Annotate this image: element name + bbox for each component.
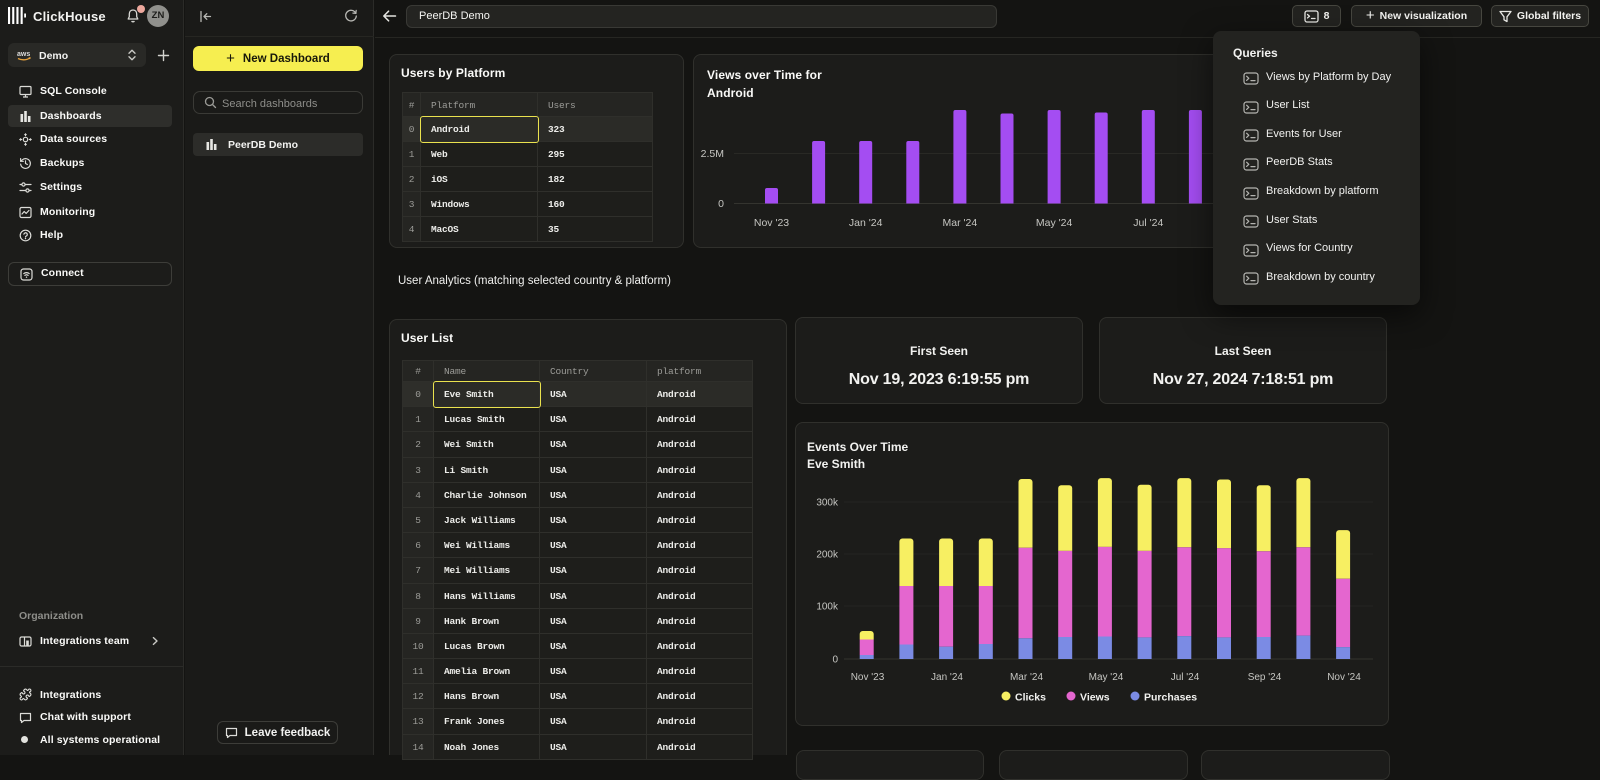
svg-text:Jan '24: Jan '24	[849, 217, 883, 229]
svg-text:100k: 100k	[816, 602, 839, 613]
svg-text:Jan '24: Jan '24	[931, 672, 963, 683]
svg-text:Views: Views	[1080, 692, 1110, 704]
svg-text:300k: 300k	[816, 498, 839, 509]
svg-text:May '24: May '24	[1036, 217, 1073, 229]
svg-text:0: 0	[718, 198, 724, 210]
svg-text:Nov '23: Nov '23	[851, 672, 885, 683]
svg-text:May '24: May '24	[1089, 672, 1124, 683]
svg-text:Mar '24: Mar '24	[1010, 672, 1043, 683]
svg-text:Sep '24: Sep '24	[1248, 672, 1282, 683]
svg-text:Nov '24: Nov '24	[1327, 672, 1361, 683]
svg-text:Mar '24: Mar '24	[943, 217, 978, 229]
svg-text:Clicks: Clicks	[1015, 692, 1046, 704]
svg-text:Nov '23: Nov '23	[754, 217, 789, 229]
svg-text:2.5M: 2.5M	[701, 148, 724, 160]
svg-text:Jul '24: Jul '24	[1133, 217, 1163, 229]
svg-text:Purchases: Purchases	[1144, 692, 1197, 704]
svg-text:200k: 200k	[816, 550, 839, 561]
svg-text:Jul '24: Jul '24	[1171, 672, 1200, 683]
svg-text:aws: aws	[17, 51, 30, 58]
svg-text:0: 0	[832, 655, 838, 666]
